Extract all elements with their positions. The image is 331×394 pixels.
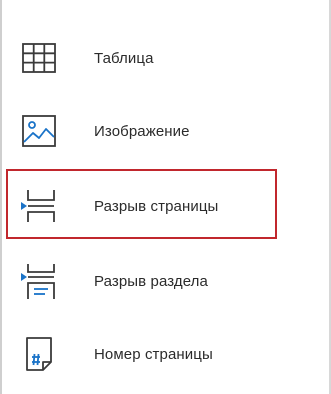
table-icon	[16, 35, 62, 81]
menu-item-label: Разрыв страницы	[94, 197, 219, 215]
section-break-icon	[16, 258, 62, 304]
page-number-icon	[16, 331, 62, 377]
menu-item-page-break[interactable]: Разрыв страницы	[8, 174, 308, 238]
menu-item-label: Изображение	[94, 122, 190, 140]
insert-menu-panel: Таблица Изображение Разрыв страницы Разр…	[0, 0, 331, 394]
menu-item-image[interactable]: Изображение	[8, 99, 308, 163]
panel-left-border	[0, 0, 2, 394]
menu-item-label: Разрыв раздела	[94, 272, 208, 290]
menu-item-table[interactable]: Таблица	[8, 26, 308, 90]
menu-item-label: Номер страницы	[94, 345, 213, 363]
image-icon	[16, 108, 62, 154]
page-break-icon	[16, 183, 62, 229]
menu-item-page-number[interactable]: Номер страницы	[8, 322, 308, 386]
menu-item-section-break[interactable]: Разрыв раздела	[8, 249, 308, 313]
menu-item-label: Таблица	[94, 49, 154, 67]
